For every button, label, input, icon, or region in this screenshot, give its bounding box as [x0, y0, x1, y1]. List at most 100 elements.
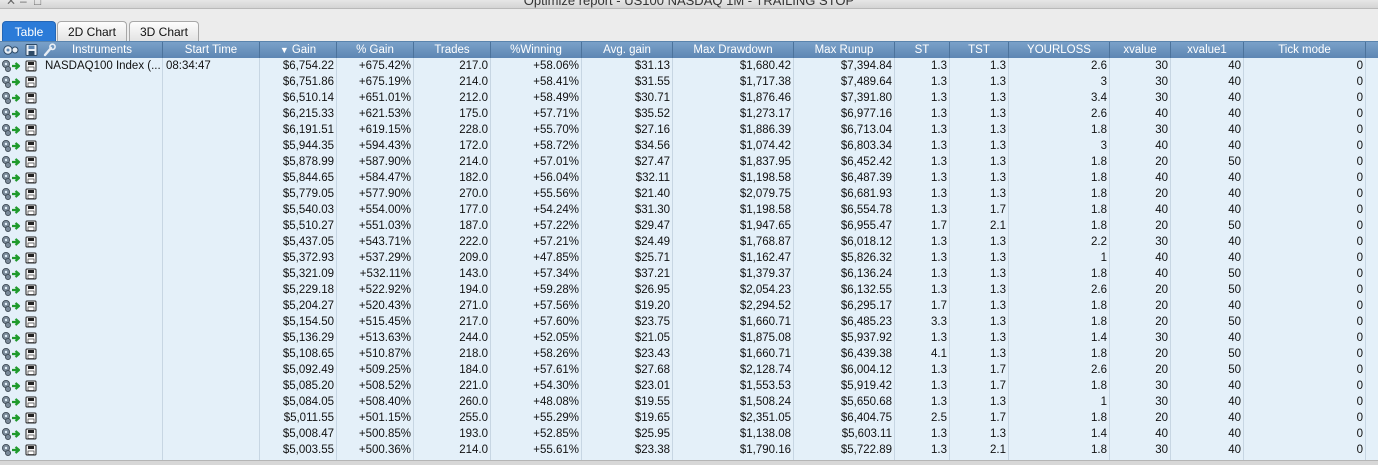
save-icon[interactable] [25, 44, 38, 56]
save-icon[interactable] [25, 412, 37, 424]
save-icon[interactable] [25, 76, 37, 88]
column-header-max-drawdown[interactable]: Max Drawdown [673, 42, 794, 58]
gears-arrow-icon[interactable] [2, 252, 21, 264]
gears-arrow-icon[interactable] [2, 300, 21, 312]
gears-arrow-icon[interactable] [2, 444, 21, 456]
gears-arrow-icon[interactable] [2, 364, 21, 376]
column-header-gain[interactable]: ▼ Gain [260, 42, 337, 58]
save-icon[interactable] [25, 284, 37, 296]
gears-arrow-icon[interactable] [2, 140, 21, 152]
save-icon[interactable] [25, 188, 37, 200]
table-row[interactable]: $5,229.18 +522.92% 194.0 +59.28% $26.95 $2,05… [0, 282, 1378, 298]
save-icon[interactable] [25, 332, 37, 344]
table-row[interactable]: $5,008.47 +500.85% 193.0 +52.85% $25.95 $1,13… [0, 426, 1378, 442]
save-icon[interactable] [25, 92, 37, 104]
column-header-xvalue1[interactable]: xvalue1 [1171, 42, 1244, 58]
save-icon[interactable] [25, 124, 37, 136]
save-icon[interactable] [25, 300, 37, 312]
save-icon[interactable] [25, 380, 37, 392]
gears-arrow-icon[interactable] [2, 172, 21, 184]
column-header-pct-winning[interactable]: %Winning [491, 42, 582, 58]
cell-max-drawdown: $1,138.08 [739, 428, 791, 440]
gears-arrow-icon[interactable] [2, 188, 21, 200]
column-header-tick-mode[interactable]: Tick mode [1244, 42, 1366, 58]
cell-pct-winning: +57.21% [533, 236, 579, 248]
gears-arrow-icon[interactable] [2, 60, 21, 72]
save-icon[interactable] [25, 140, 37, 152]
gears-arrow-icon[interactable] [2, 396, 21, 408]
table-row[interactable]: $5,204.27 +520.43% 271.0 +57.56% $19.20 $2,29… [0, 298, 1378, 314]
horizontal-scrollbar[interactable] [0, 460, 1378, 465]
gears-arrow-icon[interactable] [2, 380, 21, 392]
save-icon[interactable] [25, 156, 37, 168]
table-row[interactable]: $5,003.55 +500.36% 214.0 +55.61% $23.38 $1,79… [0, 442, 1378, 458]
table-row[interactable]: $5,092.49 +509.25% 184.0 +57.61% $27.68 $2,12… [0, 362, 1378, 378]
gears-arrow-icon[interactable] [2, 76, 21, 88]
gears-arrow-icon[interactable] [2, 236, 21, 248]
column-header-pct-gain[interactable]: % Gain [337, 42, 414, 58]
column-header-trades[interactable]: Trades [414, 42, 491, 58]
save-icon[interactable] [25, 60, 37, 72]
save-icon[interactable] [25, 268, 37, 280]
save-icon[interactable] [25, 444, 37, 456]
table-row[interactable]: $5,510.27 +551.03% 187.0 +57.22% $29.47 $1,94… [0, 218, 1378, 234]
table-row[interactable]: $5,540.03 +554.00% 177.0 +54.24% $31.30 $1,19… [0, 202, 1378, 218]
table-row[interactable]: $5,779.05 +577.90% 270.0 +55.56% $21.40 $2,07… [0, 186, 1378, 202]
gears-arrow-icon[interactable] [2, 156, 21, 168]
column-header-yourloss[interactable]: YOURLOSS [1009, 42, 1110, 58]
table-row[interactable]: $5,136.29 +513.63% 244.0 +52.05% $21.05 $1,87… [0, 330, 1378, 346]
column-header-start-time[interactable]: Start Time [163, 42, 260, 58]
table-row[interactable]: $5,437.05 +543.71% 222.0 +57.21% $24.49 $1,76… [0, 234, 1378, 250]
table-row[interactable]: NASDAQ100 Index (... 08:34:47 $6,754.22 +67… [0, 58, 1378, 74]
save-icon[interactable] [25, 428, 37, 440]
gears-arrow-icon[interactable] [2, 332, 21, 344]
gears-arrow-icon[interactable] [2, 316, 21, 328]
column-header-st[interactable]: ST [895, 42, 950, 58]
table-row[interactable]: $5,878.99 +587.90% 214.0 +57.01% $27.47 $1,83… [0, 154, 1378, 170]
save-icon[interactable] [25, 172, 37, 184]
save-icon[interactable] [25, 364, 37, 376]
save-icon[interactable] [25, 252, 37, 264]
cell-tst: 1.3 [990, 300, 1006, 312]
tab-table[interactable]: Table [2, 21, 56, 41]
gears-arrow-icon[interactable] [2, 284, 21, 296]
table-row[interactable]: $5,372.93 +537.29% 209.0 +47.85% $25.71 $1,16… [0, 250, 1378, 266]
gears-arrow-icon[interactable] [2, 412, 21, 424]
gears-arrow-icon[interactable] [2, 428, 21, 440]
settings-icon[interactable] [3, 45, 19, 55]
column-header-xvalue[interactable]: xvalue [1110, 42, 1171, 58]
table-row[interactable]: $5,084.05 +508.40% 260.0 +48.08% $19.55 $1,50… [0, 394, 1378, 410]
table-row[interactable]: $5,154.50 +515.45% 217.0 +57.60% $23.75 $1,66… [0, 314, 1378, 330]
save-icon[interactable] [25, 204, 37, 216]
gears-arrow-icon[interactable] [2, 124, 21, 136]
gears-arrow-icon[interactable] [2, 204, 21, 216]
table-row[interactable]: $5,944.35 +594.43% 172.0 +58.72% $34.56 $1,07… [0, 138, 1378, 154]
column-header-avg-gain[interactable]: Avg. gain [582, 42, 673, 58]
column-header-instruments[interactable]: Instruments [42, 42, 163, 58]
table-row[interactable]: $5,108.65 +510.87% 218.0 +58.26% $23.43 $1,66… [0, 346, 1378, 362]
column-header-max-runup[interactable]: Max Runup [794, 42, 895, 58]
save-icon[interactable] [25, 348, 37, 360]
table-row[interactable]: $6,510.14 +651.01% 212.0 +58.49% $30.71 $1,87… [0, 90, 1378, 106]
tab-3d-chart[interactable]: 3D Chart [129, 21, 199, 41]
tab-2d-chart[interactable]: 2D Chart [57, 21, 127, 41]
gears-arrow-icon[interactable] [2, 348, 21, 360]
save-icon[interactable] [25, 316, 37, 328]
cell-trades: 194.0 [459, 284, 488, 296]
gears-arrow-icon[interactable] [2, 92, 21, 104]
table-row[interactable]: $5,011.55 +501.15% 255.0 +55.29% $19.65 $2,35… [0, 410, 1378, 426]
column-header-tst[interactable]: TST [950, 42, 1009, 58]
save-icon[interactable] [25, 396, 37, 408]
gears-arrow-icon[interactable] [2, 220, 21, 232]
table-row[interactable]: $6,751.86 +675.19% 214.0 +58.41% $31.55 $1,71… [0, 74, 1378, 90]
table-row[interactable]: $5,085.20 +508.52% 221.0 +54.30% $23.01 $1,55… [0, 378, 1378, 394]
table-row[interactable]: $6,215.33 +621.53% 175.0 +57.71% $35.52 $1,27… [0, 106, 1378, 122]
save-icon[interactable] [25, 236, 37, 248]
table-row[interactable]: $5,321.09 +532.11% 143.0 +57.34% $37.21 $1,37… [0, 266, 1378, 282]
save-icon[interactable] [25, 220, 37, 232]
table-row[interactable]: $6,191.51 +619.15% 228.0 +55.70% $27.16 $1,88… [0, 122, 1378, 138]
save-icon[interactable] [25, 108, 37, 120]
table-row[interactable]: $5,844.65 +584.47% 182.0 +56.04% $32.11 $1,19… [0, 170, 1378, 186]
gears-arrow-icon[interactable] [2, 268, 21, 280]
gears-arrow-icon[interactable] [2, 108, 21, 120]
